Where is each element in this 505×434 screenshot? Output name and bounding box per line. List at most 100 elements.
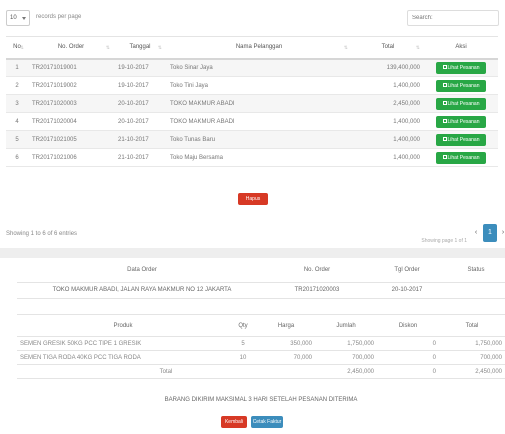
row-total: 1,400,000: [352, 130, 424, 149]
row-date-link[interactable]: 19-10-2017: [114, 76, 166, 95]
back-button[interactable]: Kembali: [221, 416, 247, 428]
table-row: 4 TR20171020004 20-10-2017 TOKO MAKMUR A…: [6, 112, 498, 131]
item-header-harga: Harga: [257, 314, 315, 337]
item-header-diskon: Diskon: [377, 314, 439, 337]
item-produk: SEMEN GRESIK 50KG PCC TIPE 1 GRESIK: [17, 336, 229, 351]
view-order-button[interactable]: Lihat Pesanan: [436, 133, 486, 146]
table-info: Showing 1 to 6 of 6 entries: [6, 231, 78, 237]
header-tgl-order: Tgl Order: [367, 258, 447, 283]
edit-icon: [442, 83, 447, 88]
item-harga: 70,000: [257, 350, 315, 365]
item-diskon: 0: [377, 350, 439, 365]
item-jumlah: 1,750,000: [315, 336, 377, 351]
header-status: Status: [447, 258, 505, 283]
view-order-button[interactable]: Lihat Pesanan: [436, 115, 486, 128]
row-customer: TOKO MAKMUR ABADI: [166, 112, 352, 131]
item-total: 1,750,000: [439, 336, 505, 351]
view-order-button[interactable]: Lihat Pesanan: [436, 151, 486, 164]
order-items-table: Produk Qty Harga Jumlah Diskon Total SEM…: [17, 314, 505, 379]
row-order: TR20171019001: [28, 58, 114, 77]
row-total: 1,400,000: [352, 76, 424, 95]
item-header-qty: Qty: [229, 314, 257, 337]
sort-icon: ⇅: [105, 45, 110, 51]
item-total: 700,000: [439, 350, 505, 365]
row-no: 4: [6, 112, 28, 131]
pagination-prev[interactable]: ‹: [471, 224, 481, 242]
page-length-select[interactable]: 10: [6, 10, 30, 26]
row-customer: Toko Maju Bersama: [166, 148, 352, 167]
orders-panel: 10 records per page No⇅ No. Order⇅ Tangg…: [0, 0, 505, 245]
search-input[interactable]: [407, 10, 499, 26]
row-order: TR20171021005: [28, 130, 114, 149]
pagination-next[interactable]: ›: [499, 224, 505, 242]
page-length-label: records per page: [36, 14, 82, 20]
page-length-value: 10: [10, 15, 17, 21]
value-status: [447, 282, 505, 299]
header-data-order: Data Order: [17, 258, 267, 283]
row-no: 2: [6, 76, 28, 95]
column-header-no[interactable]: No ⇅: [6, 36, 28, 60]
row-date-link[interactable]: 21-10-2017: [114, 148, 166, 167]
total-diskon: 0: [377, 364, 439, 379]
row-customer: Toko Tunas Baru: [166, 130, 352, 149]
orders-table: No ⇅ No. Order ⇅ Tanggal ⇅ Nama Pelanggan ⇅ …: [6, 36, 498, 167]
table-toolbar: 10 records per page: [6, 10, 499, 26]
column-header-nama[interactable]: Nama Pelanggan ⇅: [166, 36, 352, 60]
table-row: 5 TR20171021005 21-10-2017 Toko Tunas Ba…: [6, 130, 498, 149]
column-header-total[interactable]: Total ⇅: [352, 36, 424, 60]
print-invoice-button[interactable]: Cetak Faktur: [251, 416, 283, 428]
row-date-link[interactable]: 20-10-2017: [114, 94, 166, 113]
table-row: 1 TR20171019001 19-10-2017 Toko Sinar Ja…: [6, 58, 498, 77]
delete-button[interactable]: Hapus: [238, 193, 268, 205]
table-row: SEMEN TIGA RODA 40KG PCC TIGA RODA 10 70…: [17, 350, 505, 365]
item-jumlah: 700,000: [315, 350, 377, 365]
sort-icon: ⇅: [19, 45, 24, 51]
view-order-button[interactable]: Lihat Pesanan: [436, 61, 486, 74]
section-divider: [0, 248, 505, 258]
row-date-link[interactable]: 21-10-2017: [114, 130, 166, 149]
view-order-button[interactable]: Lihat Pesanan: [436, 97, 486, 110]
edit-icon: [442, 101, 447, 106]
pagination-note: Showing page 1 of 1: [421, 238, 467, 244]
header-no-order: No. Order: [267, 258, 367, 283]
item-qty: 10: [229, 350, 257, 365]
pagination-page-1[interactable]: 1: [483, 224, 497, 242]
edit-icon: [442, 65, 447, 70]
row-date-link[interactable]: 20-10-2017: [114, 112, 166, 131]
column-header-order[interactable]: No. Order ⇅: [28, 36, 114, 60]
chevron-down-icon: [22, 17, 26, 20]
row-order: TR20171021006: [28, 148, 114, 167]
item-header-produk: Produk: [17, 314, 229, 337]
row-no: 6: [6, 148, 28, 167]
edit-icon: [442, 137, 447, 142]
row-total: 1,400,000: [352, 148, 424, 167]
total-label: Total: [17, 364, 315, 379]
item-header-jumlah: Jumlah: [315, 314, 377, 337]
row-date-link[interactable]: 19-10-2017: [114, 58, 166, 77]
row-customer: Toko Tini Jaya: [166, 76, 352, 95]
row-no: 5: [6, 130, 28, 149]
sort-icon: ⇅: [415, 45, 420, 51]
value-tgl-order: 20-10-2017: [367, 282, 447, 299]
row-total: 139,400,000: [352, 58, 424, 77]
item-diskon: 0: [377, 336, 439, 351]
edit-icon: [442, 155, 447, 160]
total-jumlah: 2,450,000: [315, 364, 377, 379]
row-customer: Toko Sinar Jaya: [166, 58, 352, 77]
view-order-button[interactable]: Lihat Pesanan: [436, 79, 486, 92]
item-produk: SEMEN TIGA RODA 40KG PCC TIGA RODA: [17, 350, 229, 365]
total-row: Total 2,450,000 0 2,450,000: [17, 364, 505, 379]
table-row: 3 TR20171020003 20-10-2017 TOKO MAKMUR A…: [6, 94, 498, 113]
table-row: 6 TR20171021006 21-10-2017 Toko Maju Ber…: [6, 148, 498, 167]
row-order: TR20171019002: [28, 76, 114, 95]
row-order: TR20171020004: [28, 112, 114, 131]
delivery-note: BARANG DIKIRIM MAKSIMAL 3 HARI SETELAH P…: [164, 397, 358, 403]
orders-table-header: No ⇅ No. Order ⇅ Tanggal ⇅ Nama Pelanggan ⇅ …: [6, 36, 498, 60]
value-no-order: TR20171020003: [267, 282, 367, 299]
order-header-table: Data Order No. Order Tgl Order Status TO…: [17, 258, 505, 299]
row-customer: TOKO MAKMUR ABADI: [166, 94, 352, 113]
column-header-tanggal[interactable]: Tanggal ⇅: [114, 36, 166, 60]
table-row: 2 TR20171019002 19-10-2017 Toko Tini Jay…: [6, 76, 498, 95]
column-header-aksi[interactable]: Aksi: [424, 36, 498, 60]
sort-icon: ⇅: [157, 45, 162, 51]
